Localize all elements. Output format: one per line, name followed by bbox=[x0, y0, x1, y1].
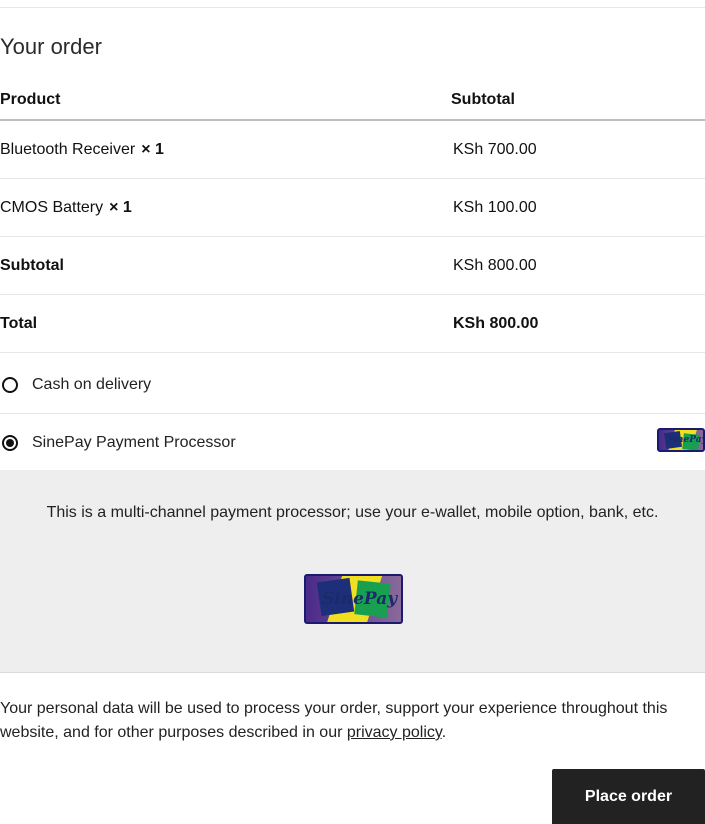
payment-methods: Cash on delivery SinePay Payment Process… bbox=[0, 356, 705, 471]
product-quantity: × 1 bbox=[141, 140, 164, 158]
sinepay-logo-large-icon: SinePay bbox=[304, 574, 403, 624]
privacy-notice: Your personal data will be used to proce… bbox=[0, 697, 705, 745]
place-order-button[interactable]: Place order bbox=[552, 769, 705, 824]
payment-method-cod[interactable]: Cash on delivery bbox=[0, 356, 705, 414]
payment-method-sinepay[interactable]: SinePay Payment Processor SinePay bbox=[0, 414, 705, 471]
total-value: KSh 800.00 bbox=[453, 314, 539, 332]
product-name: CMOS Battery bbox=[0, 198, 104, 216]
sinepay-label[interactable]: SinePay Payment Processor bbox=[32, 434, 236, 452]
privacy-text: Your personal data will be used to proce… bbox=[0, 700, 668, 741]
product-cell: CMOS Battery × 1 bbox=[0, 199, 132, 217]
sinepay-logo-large-text: SinePay bbox=[322, 589, 398, 609]
table-row: CMOS Battery × 1 KSh 100.00 bbox=[0, 179, 705, 237]
product-name: Bluetooth Receiver bbox=[0, 140, 136, 158]
subtotal-value: KSh 800.00 bbox=[453, 256, 537, 274]
total-row: Total KSh 800.00 bbox=[0, 295, 705, 353]
sinepay-logo-icon: SinePay bbox=[657, 428, 705, 452]
subtotal-column-header: Subtotal bbox=[451, 90, 515, 108]
subtotal-label: Subtotal bbox=[0, 256, 64, 274]
subtotal-row: Subtotal KSh 800.00 bbox=[0, 237, 705, 295]
total-label: Total bbox=[0, 314, 38, 332]
table-row: Bluetooth Receiver × 1 KSh 700.00 bbox=[0, 121, 705, 179]
privacy-policy-link[interactable]: privacy policy bbox=[347, 724, 442, 741]
sinepay-logo-text: SinePay bbox=[667, 435, 705, 445]
product-price: KSh 100.00 bbox=[453, 198, 537, 216]
privacy-end: . bbox=[441, 724, 447, 741]
product-column-header: Product bbox=[0, 90, 61, 108]
product-cell: Bluetooth Receiver × 1 bbox=[0, 141, 164, 159]
cod-label[interactable]: Cash on delivery bbox=[32, 376, 151, 394]
order-heading: Your order bbox=[0, 34, 102, 59]
top-divider bbox=[0, 7, 705, 8]
product-price: KSh 700.00 bbox=[453, 140, 537, 158]
product-quantity: × 1 bbox=[109, 198, 132, 216]
sinepay-radio[interactable] bbox=[2, 434, 18, 451]
payment-description: This is a multi-channel payment processo… bbox=[46, 504, 659, 521]
order-review-table: Product Subtotal Bluetooth Receiver × 1 K… bbox=[0, 80, 705, 353]
table-header: Product Subtotal bbox=[0, 80, 705, 121]
cod-radio[interactable] bbox=[2, 376, 18, 393]
payment-box: This is a multi-channel payment processo… bbox=[0, 470, 705, 673]
